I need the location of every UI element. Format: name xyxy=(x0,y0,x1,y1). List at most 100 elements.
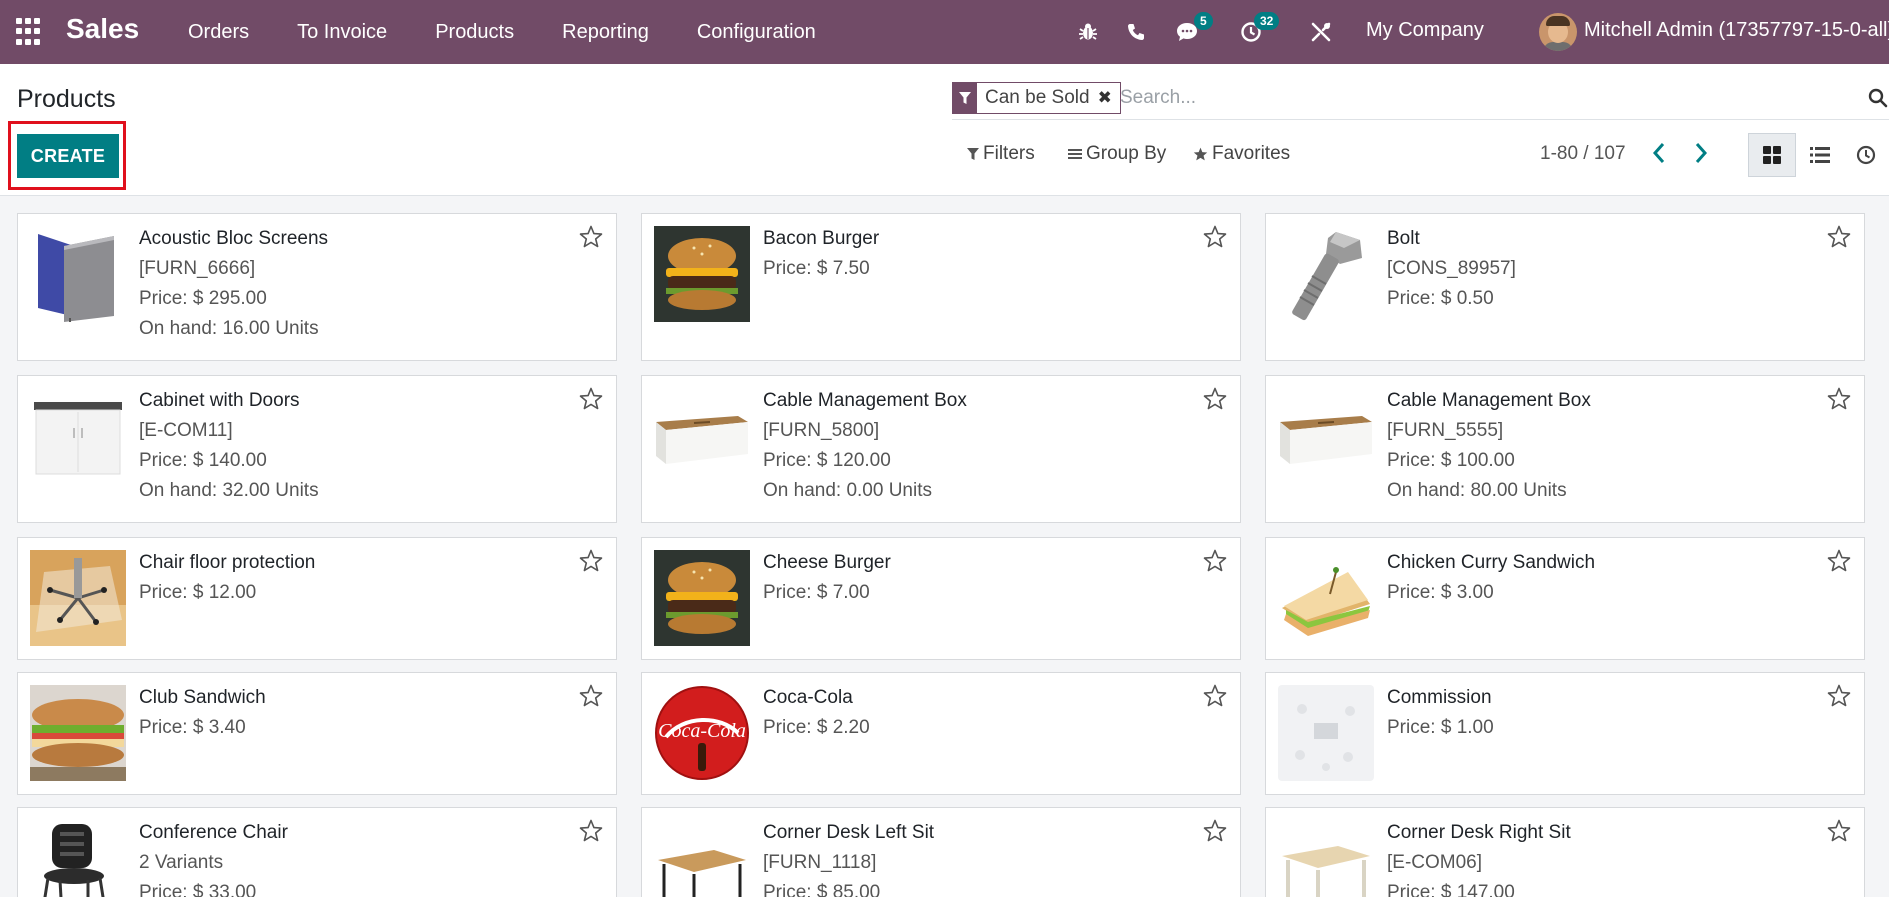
product-price: Price: $ 0.50 xyxy=(1387,288,1494,309)
product-price: Price: $ 3.00 xyxy=(1387,582,1494,603)
favorite-star-icon[interactable] xyxy=(579,684,603,712)
search-icon[interactable] xyxy=(1868,88,1888,113)
favorite-star-icon[interactable] xyxy=(1827,225,1851,253)
product-name: Club Sandwich xyxy=(139,687,266,708)
menu-to-invoice[interactable]: To Invoice xyxy=(297,21,387,44)
group-by-label: Group By xyxy=(1086,143,1167,164)
group-by-dropdown[interactable]: Group By xyxy=(1068,143,1166,165)
favorite-star-icon[interactable] xyxy=(579,819,603,847)
search-input[interactable] xyxy=(1120,84,1800,112)
list-view-icon[interactable] xyxy=(1796,133,1844,177)
app-name[interactable]: Sales xyxy=(66,13,139,45)
activity-clock-icon[interactable] xyxy=(1240,0,1262,64)
product-name: Cable Management Box xyxy=(1387,390,1591,411)
search-facet[interactable]: Can be Sold ✖ xyxy=(952,82,1121,114)
filter-icon xyxy=(967,147,979,160)
company-switcher[interactable]: My Company xyxy=(1366,19,1484,42)
pager-previous-icon[interactable] xyxy=(1650,140,1668,171)
menu-products[interactable]: Products xyxy=(435,21,514,44)
product-image-screens-icon xyxy=(30,226,126,322)
product-name: Cheese Burger xyxy=(763,552,891,573)
messages-icon[interactable] xyxy=(1175,0,1199,64)
product-card[interactable]: Bolt [CONS_89957] Price: $ 0.50 xyxy=(1265,213,1865,361)
messages-count-badge: 5 xyxy=(1194,12,1213,30)
product-card[interactable]: Cable Management Box [FURN_5555] Price: $ … xyxy=(1265,375,1865,523)
activity-view-icon[interactable] xyxy=(1842,133,1889,177)
product-image-cabinet-icon xyxy=(30,388,126,484)
page-title: Products xyxy=(17,85,116,113)
favorite-star-icon[interactable] xyxy=(579,549,603,577)
favorite-star-icon[interactable] xyxy=(1827,387,1851,415)
product-card[interactable]: Club Sandwich Price: $ 3.40 xyxy=(17,672,617,795)
product-price: Price: $ 1.00 xyxy=(1387,717,1494,738)
product-card[interactable]: Corner Desk Left Sit [FURN_1118] Price: $ … xyxy=(641,807,1241,897)
product-image-cable-box-icon xyxy=(654,388,750,484)
favorites-dropdown[interactable]: Favorites xyxy=(1193,143,1290,165)
product-name: Chicken Curry Sandwich xyxy=(1387,552,1596,573)
user-avatar[interactable] xyxy=(1539,13,1577,51)
product-reference: [E-COM11] xyxy=(139,420,233,441)
product-image-desk-dark-icon xyxy=(654,820,750,897)
apps-menu-icon[interactable] xyxy=(16,18,44,46)
product-card[interactable]: Chair floor protection Price: $ 12.00 xyxy=(17,537,617,660)
top-navbar: Sales Orders To Invoice Products Reporti… xyxy=(0,0,1889,64)
favorite-star-icon[interactable] xyxy=(1827,819,1851,847)
product-name: Cabinet with Doors xyxy=(139,390,300,411)
product-info: Chicken Curry Sandwich Price: $ 3.00 xyxy=(1387,548,1595,608)
product-price: Price: $ 85.00 xyxy=(763,882,881,897)
favorite-star-icon[interactable] xyxy=(1203,225,1227,253)
product-reference: 2 Variants xyxy=(139,852,224,873)
product-on-hand: On hand: 16.00 Units xyxy=(139,318,319,339)
favorite-star-icon[interactable] xyxy=(1203,684,1227,712)
favorites-label: Favorites xyxy=(1212,143,1291,164)
favorite-star-icon[interactable] xyxy=(1203,549,1227,577)
product-card[interactable]: Cheese Burger Price: $ 7.00 xyxy=(641,537,1241,660)
product-card[interactable]: Corner Desk Right Sit [E-COM06] Price: $ 1… xyxy=(1265,807,1865,897)
product-card[interactable]: Chicken Curry Sandwich Price: $ 3.00 xyxy=(1265,537,1865,660)
product-price: Price: $ 33.00 xyxy=(139,882,257,897)
debug-bug-icon[interactable] xyxy=(1078,0,1098,64)
favorite-star-icon[interactable] xyxy=(1203,387,1227,415)
product-card[interactable]: Bacon Burger Price: $ 7.50 xyxy=(641,213,1241,361)
favorite-star-icon[interactable] xyxy=(579,225,603,253)
create-button[interactable]: CREATE xyxy=(17,134,119,178)
product-price: Price: $ 3.40 xyxy=(139,717,246,738)
product-card[interactable]: Commission Price: $ 1.00 xyxy=(1265,672,1865,795)
product-price: Price: $ 295.00 xyxy=(139,288,267,309)
menu-reporting[interactable]: Reporting xyxy=(562,21,649,44)
product-card[interactable]: Cable Management Box [FURN_5800] Price: $ … xyxy=(641,375,1241,523)
pager-value[interactable]: 1-80 / 107 xyxy=(1540,143,1626,165)
product-card[interactable]: Acoustic Bloc Screens [FURN_6666] Price: $… xyxy=(17,213,617,361)
user-menu[interactable]: Mitchell Admin (17357797-15-0-all) xyxy=(1584,19,1889,42)
product-info: Commission Price: $ 1.00 xyxy=(1387,683,1494,743)
product-card[interactable]: Coca-Cola Coca-Cola Price: $ 2.20 xyxy=(641,672,1241,795)
search-bar: Can be Sold ✖ xyxy=(952,82,1889,120)
product-price: Price: $ 2.20 xyxy=(763,717,870,738)
favorite-star-icon[interactable] xyxy=(1203,819,1227,847)
filter-facet-icon xyxy=(953,83,977,113)
product-name: Corner Desk Right Sit xyxy=(1387,822,1571,843)
tools-icon[interactable] xyxy=(1310,0,1332,64)
star-icon xyxy=(1193,147,1208,161)
product-reference: [E-COM06] xyxy=(1387,852,1483,873)
filters-dropdown[interactable]: Filters xyxy=(967,143,1035,165)
pager-next-icon[interactable] xyxy=(1692,140,1710,171)
favorite-star-icon[interactable] xyxy=(1827,549,1851,577)
product-card[interactable]: Conference Chair 2 Variants Price: $ 33.00 xyxy=(17,807,617,897)
phone-icon[interactable] xyxy=(1126,0,1146,64)
menu-configuration[interactable]: Configuration xyxy=(697,21,816,44)
kanban-view-icon[interactable] xyxy=(1748,133,1796,177)
favorite-star-icon[interactable] xyxy=(579,387,603,415)
product-name: Conference Chair xyxy=(139,822,288,843)
product-info: Cheese Burger Price: $ 7.00 xyxy=(763,548,891,608)
favorite-star-icon[interactable] xyxy=(1827,684,1851,712)
product-card[interactable]: Cabinet with Doors [E-COM11] Price: $ 140.… xyxy=(17,375,617,523)
activities-count-badge: 32 xyxy=(1254,12,1280,30)
menu-orders[interactable]: Orders xyxy=(188,21,249,44)
product-name: Cable Management Box xyxy=(763,390,967,411)
product-info: Acoustic Bloc Screens [FURN_6666] Price: $… xyxy=(139,224,328,344)
product-image-floor-mat-icon xyxy=(30,550,126,646)
facet-remove-icon[interactable]: ✖ xyxy=(1098,88,1120,108)
filters-label: Filters xyxy=(983,143,1035,164)
product-image-coca-cola-icon: Coca-Cola xyxy=(654,685,750,781)
